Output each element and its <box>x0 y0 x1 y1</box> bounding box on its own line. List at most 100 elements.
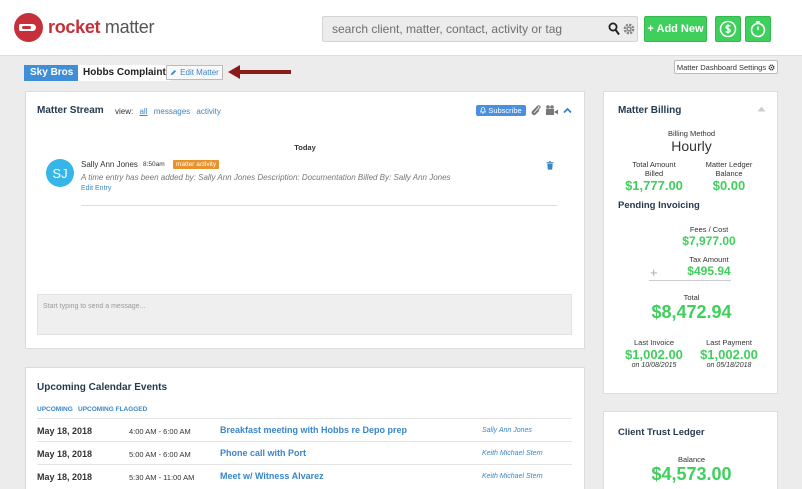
matter-billing-title: Matter Billing <box>618 105 682 116</box>
ledger-balance: Matter Ledger Balance $0.00 <box>696 160 762 193</box>
chevron-up-icon[interactable] <box>563 104 572 117</box>
filter-messages[interactable]: messages <box>154 107 190 116</box>
event-time: 5:30 AM - 11:00 AM <box>129 473 195 482</box>
entry-time: 8:50am <box>143 161 165 168</box>
filter-all[interactable]: all <box>139 107 147 116</box>
trash-icon[interactable] <box>546 161 554 170</box>
total-value: $8,472.94 <box>651 302 732 322</box>
last-invoice: Last Invoice $1,002.00 on 10/08/2015 <box>616 338 692 369</box>
billing-method-label: Billing Method <box>667 129 716 138</box>
event-person-link[interactable]: Keith Michael Stern <box>482 473 543 480</box>
client-trust-title: Client Trust Ledger <box>618 427 705 438</box>
matter-stream-title: Matter Stream <box>37 105 104 116</box>
tab-upcoming-flagged[interactable]: UPCOMING FLAGGED <box>78 406 147 413</box>
last-payment-date: on 05/18/2018 <box>706 362 752 369</box>
last-invoice-label: Last Invoice <box>633 338 675 347</box>
filter-activity[interactable]: activity <box>196 107 220 116</box>
event-title-link[interactable]: Meet w/ Witness Alvarez <box>220 471 324 481</box>
total-billed-value: $1,777.00 <box>625 178 683 193</box>
table-row[interactable]: May 18, 2018 5:00 AM - 6:00 AM Phone cal… <box>37 441 572 464</box>
event-date: May 18, 2018 <box>37 426 93 436</box>
rocket-matter-logo[interactable]: rocket matter <box>14 13 154 42</box>
logo-text: rocket matter <box>48 17 155 37</box>
table-row[interactable]: May 18, 2018 5:30 AM - 11:00 AM Meet w/ … <box>37 464 572 487</box>
settings-gear-icon <box>768 64 775 70</box>
paperclip-icon[interactable] <box>530 104 542 117</box>
pencil-icon <box>171 70 177 75</box>
stream-view-filter: view: all messages activity <box>115 107 221 116</box>
ledger-label-2: Balance <box>715 169 743 178</box>
collapse-icon[interactable] <box>757 106 766 112</box>
last-invoice-date: on 10/08/2015 <box>631 362 677 369</box>
global-search <box>322 16 638 42</box>
edit-entry-link[interactable]: Edit Entry <box>81 185 111 192</box>
day-separator: Today <box>294 143 316 152</box>
event-person-link[interactable]: Sally Ann Jones <box>482 427 532 434</box>
stopwatch-icon <box>750 20 766 38</box>
pending-invoicing-title: Pending Invoicing <box>618 200 700 211</box>
entry-text: A time entry has been added by: Sally An… <box>81 173 451 182</box>
avatar: SJ <box>46 159 74 187</box>
calendar-events-title: Upcoming Calendar Events <box>37 382 168 393</box>
event-time: 5:00 AM - 6:00 AM <box>129 450 191 459</box>
trust-balance-label: Balance <box>677 455 706 464</box>
event-date: May 18, 2018 <box>37 449 93 459</box>
view-label: view: <box>115 107 134 116</box>
annotation-arrow-icon <box>228 65 291 79</box>
billing-method: Billing Method Hourly <box>604 129 779 154</box>
total-billed-label-1: Total Amount <box>632 160 676 169</box>
ledger-label-1: Matter Ledger <box>705 160 753 169</box>
dollar-circle-icon <box>719 20 737 38</box>
last-payment: Last Payment $1,002.00 on 05/18/2018 <box>692 338 766 369</box>
billing-button[interactable] <box>715 16 741 42</box>
breadcrumb-client[interactable]: Sky Bros <box>24 65 85 81</box>
trust-balance: Balance $4,573.00 <box>604 455 779 485</box>
event-title-link[interactable]: Phone call with Port <box>220 448 306 458</box>
subscribe-label: Subscribe <box>488 106 522 115</box>
search-icon[interactable] <box>608 22 620 36</box>
ledger-value: $0.00 <box>712 178 746 193</box>
timer-button[interactable] <box>745 16 771 42</box>
matter-billing-panel: Matter Billing Billing Method Hourly Tot… <box>603 91 778 394</box>
total-invoicing: Total $8,472.94 <box>604 293 779 323</box>
fees-label: Fees / Cost <box>689 225 729 234</box>
entry-author: Sally Ann Jones <box>81 160 138 169</box>
plus-sign: + <box>650 265 658 280</box>
last-invoice-value: $1,002.00 <box>625 347 683 362</box>
tab-upcoming[interactable]: UPCOMING <box>37 406 73 413</box>
calendar-events-panel: Upcoming Calendar Events UPCOMING UPCOMI… <box>25 367 585 489</box>
tax-label: Tax Amount <box>689 255 729 264</box>
status-badge: matter activity <box>173 160 220 169</box>
total-billed-label-2: Billed <box>644 169 664 178</box>
event-person-link[interactable]: Keith Michael Stern <box>482 450 543 457</box>
entry-divider <box>81 205 557 206</box>
trust-balance-value: $4,573.00 <box>651 464 732 484</box>
last-payment-value: $1,002.00 <box>700 347 758 362</box>
breadcrumb-matter: Hobbs Complaint <box>78 65 171 81</box>
dashboard-settings-button[interactable]: Matter Dashboard Settings <box>674 60 778 74</box>
total-label: Total <box>683 293 700 302</box>
event-date: May 18, 2018 <box>37 472 93 482</box>
video-camera-icon[interactable] <box>545 104 559 117</box>
message-input[interactable] <box>38 297 571 315</box>
edit-matter-label: Edit Matter <box>180 68 219 77</box>
tax-value: $495.94 <box>687 264 731 278</box>
tax-amount: Tax Amount $495.94 <box>664 255 754 278</box>
edit-matter-button[interactable]: Edit Matter <box>166 65 223 80</box>
subscribe-button[interactable]: Subscribe <box>476 105 526 116</box>
table-row[interactable]: May 18, 2018 4:00 AM - 6:00 AM Breakfast… <box>37 418 572 441</box>
top-header: rocket matter + Add New <box>0 0 802 56</box>
message-composer <box>37 294 572 335</box>
sum-divider <box>649 280 731 281</box>
matter-stream-panel: Matter Stream view: all messages activit… <box>25 91 585 349</box>
total-billed: Total Amount Billed $1,777.00 <box>616 160 692 193</box>
client-trust-panel: Client Trust Ledger Balance $4,573.00 <box>603 411 778 489</box>
fees-value: $7,977.00 <box>682 234 736 248</box>
dashboard-settings-label: Matter Dashboard Settings <box>676 62 767 72</box>
bell-icon <box>480 107 487 114</box>
rocket-logo-icon <box>14 13 43 42</box>
search-input[interactable] <box>323 17 603 41</box>
add-new-button[interactable]: + Add New <box>644 16 707 42</box>
gear-icon[interactable] <box>622 22 636 36</box>
event-title-link[interactable]: Breakfast meeting with Hobbs re Depo pre… <box>220 425 407 435</box>
